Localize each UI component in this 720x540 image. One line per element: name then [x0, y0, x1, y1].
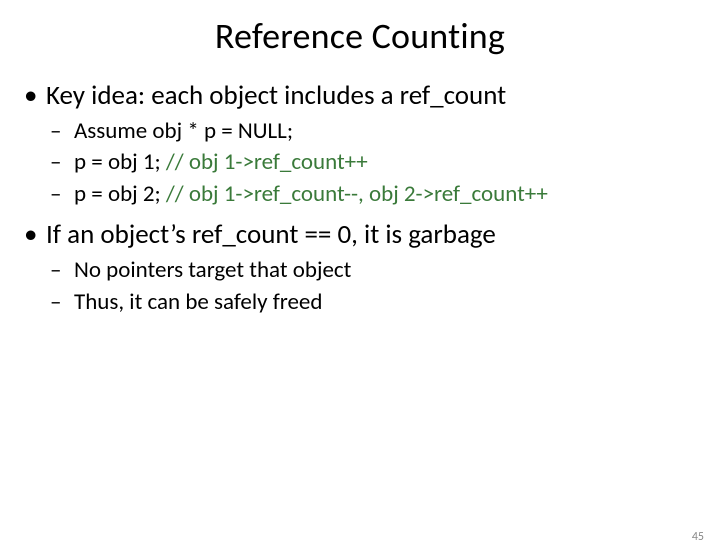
page-number: 45	[692, 530, 704, 540]
slide: Reference Counting Key idea: each object…	[0, 14, 720, 540]
sub-bullet-text: No pointers target that object	[74, 256, 351, 284]
sub-bullet-item: p = obj 2; // obj 1->ref_count--, obj 2-…	[46, 180, 696, 209]
bullet-text: If an object’s ref_count == 0, it is gar…	[46, 218, 496, 251]
bullet-item: If an object’s ref_count == 0, it is gar…	[18, 219, 696, 317]
sub-bullet-text: p = obj 2;	[74, 180, 166, 208]
sub-bullet-item: Thus, it can be safely freed	[46, 288, 696, 317]
sub-bullet-item: No pointers target that object	[46, 256, 696, 285]
sub-bullet-list: No pointers target that object Thus, it …	[46, 256, 696, 317]
code-comment: // obj 1->ref_count++	[166, 148, 368, 176]
sub-bullet-item: p = obj 1; // obj 1->ref_count++	[46, 148, 696, 177]
code-comment: // obj 1->ref_count--, obj 2->ref_count+…	[166, 180, 548, 208]
bullet-item: Key idea: each object includes a ref_cou…	[18, 80, 696, 209]
sub-bullet-text: Thus, it can be safely freed	[74, 288, 322, 316]
bullet-text: Key idea: each object includes a ref_cou…	[46, 79, 506, 112]
bullet-list: Key idea: each object includes a ref_cou…	[18, 80, 696, 317]
slide-content: Key idea: each object includes a ref_cou…	[0, 80, 720, 317]
sub-bullet-item: Assume obj * p = NULL;	[46, 117, 696, 146]
slide-title: Reference Counting	[0, 14, 720, 58]
sub-bullet-text: p = obj 1;	[74, 148, 166, 176]
sub-bullet-text: Assume obj * p = NULL;	[74, 117, 293, 145]
sub-bullet-list: Assume obj * p = NULL; p = obj 1; // obj…	[46, 117, 696, 209]
